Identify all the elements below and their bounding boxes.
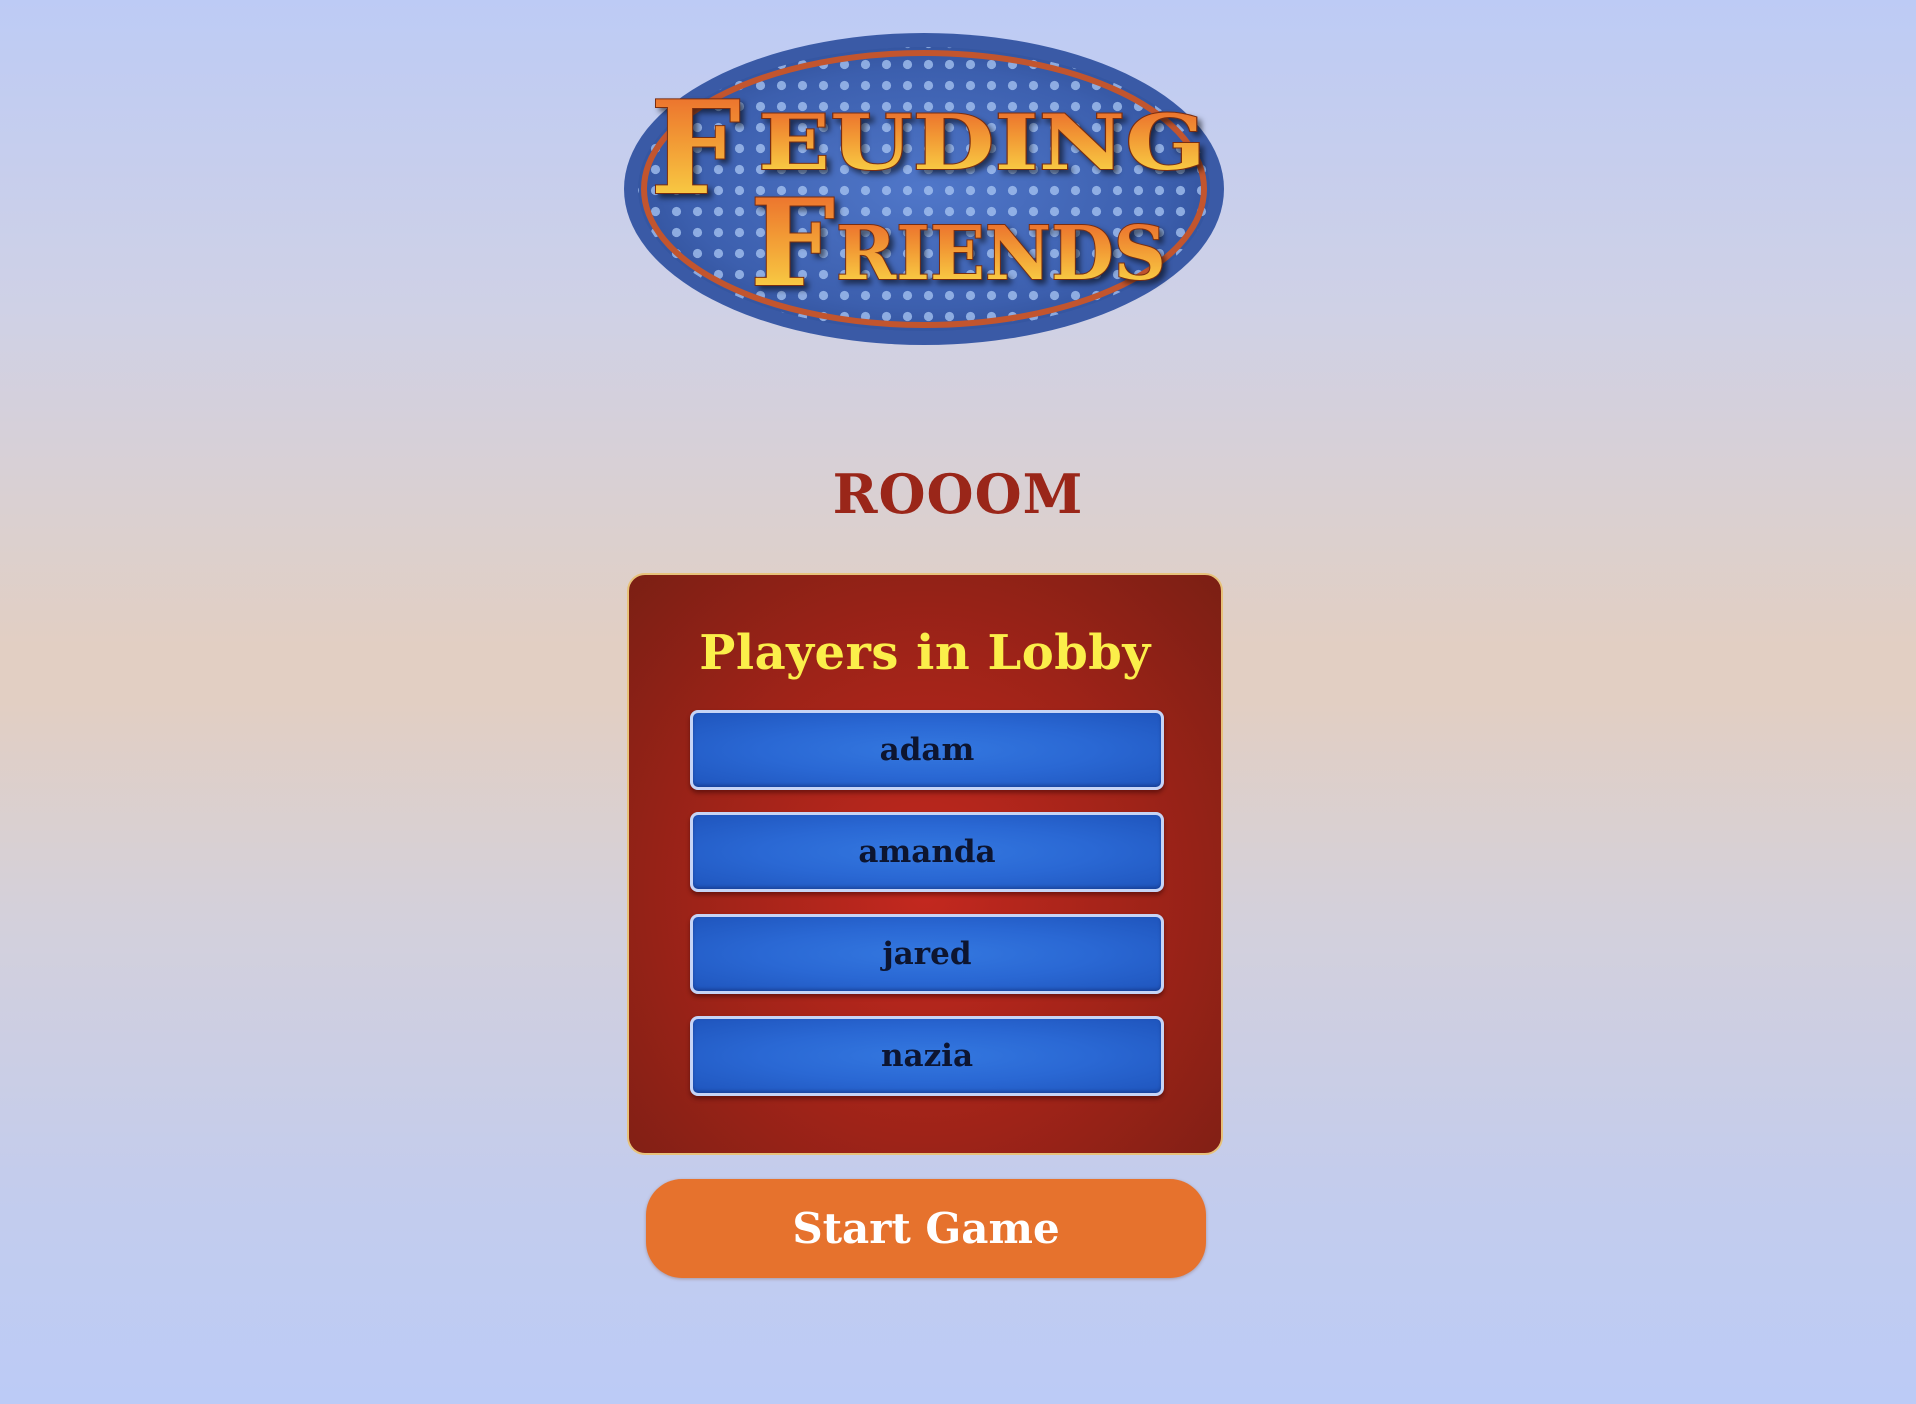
player-list: adam amanda jared nazia [690, 710, 1164, 1118]
room-name: ROOOM [832, 462, 1084, 526]
player-name: adam [879, 732, 975, 768]
player-name: nazia [880, 1038, 974, 1074]
player-item[interactable]: amanda [690, 812, 1164, 892]
logo-word-riends: RIENDS [836, 211, 1166, 297]
player-name: amanda [858, 834, 996, 870]
player-item[interactable]: nazia [690, 1016, 1164, 1096]
lobby-heading: Players in Lobby [699, 625, 1151, 681]
player-name: jared [882, 936, 972, 972]
start-game-button[interactable]: Start Game [646, 1179, 1206, 1278]
feuding-friends-logo: F EUDING F RIENDS [624, 33, 1224, 345]
player-item[interactable]: jared [690, 914, 1164, 994]
logo-letter-f: F [650, 74, 741, 224]
logo-letter-f2: F [750, 173, 835, 314]
lobby-panel: Players in Lobby adam amanda jared nazia [627, 573, 1223, 1155]
player-item[interactable]: adam [690, 710, 1164, 790]
